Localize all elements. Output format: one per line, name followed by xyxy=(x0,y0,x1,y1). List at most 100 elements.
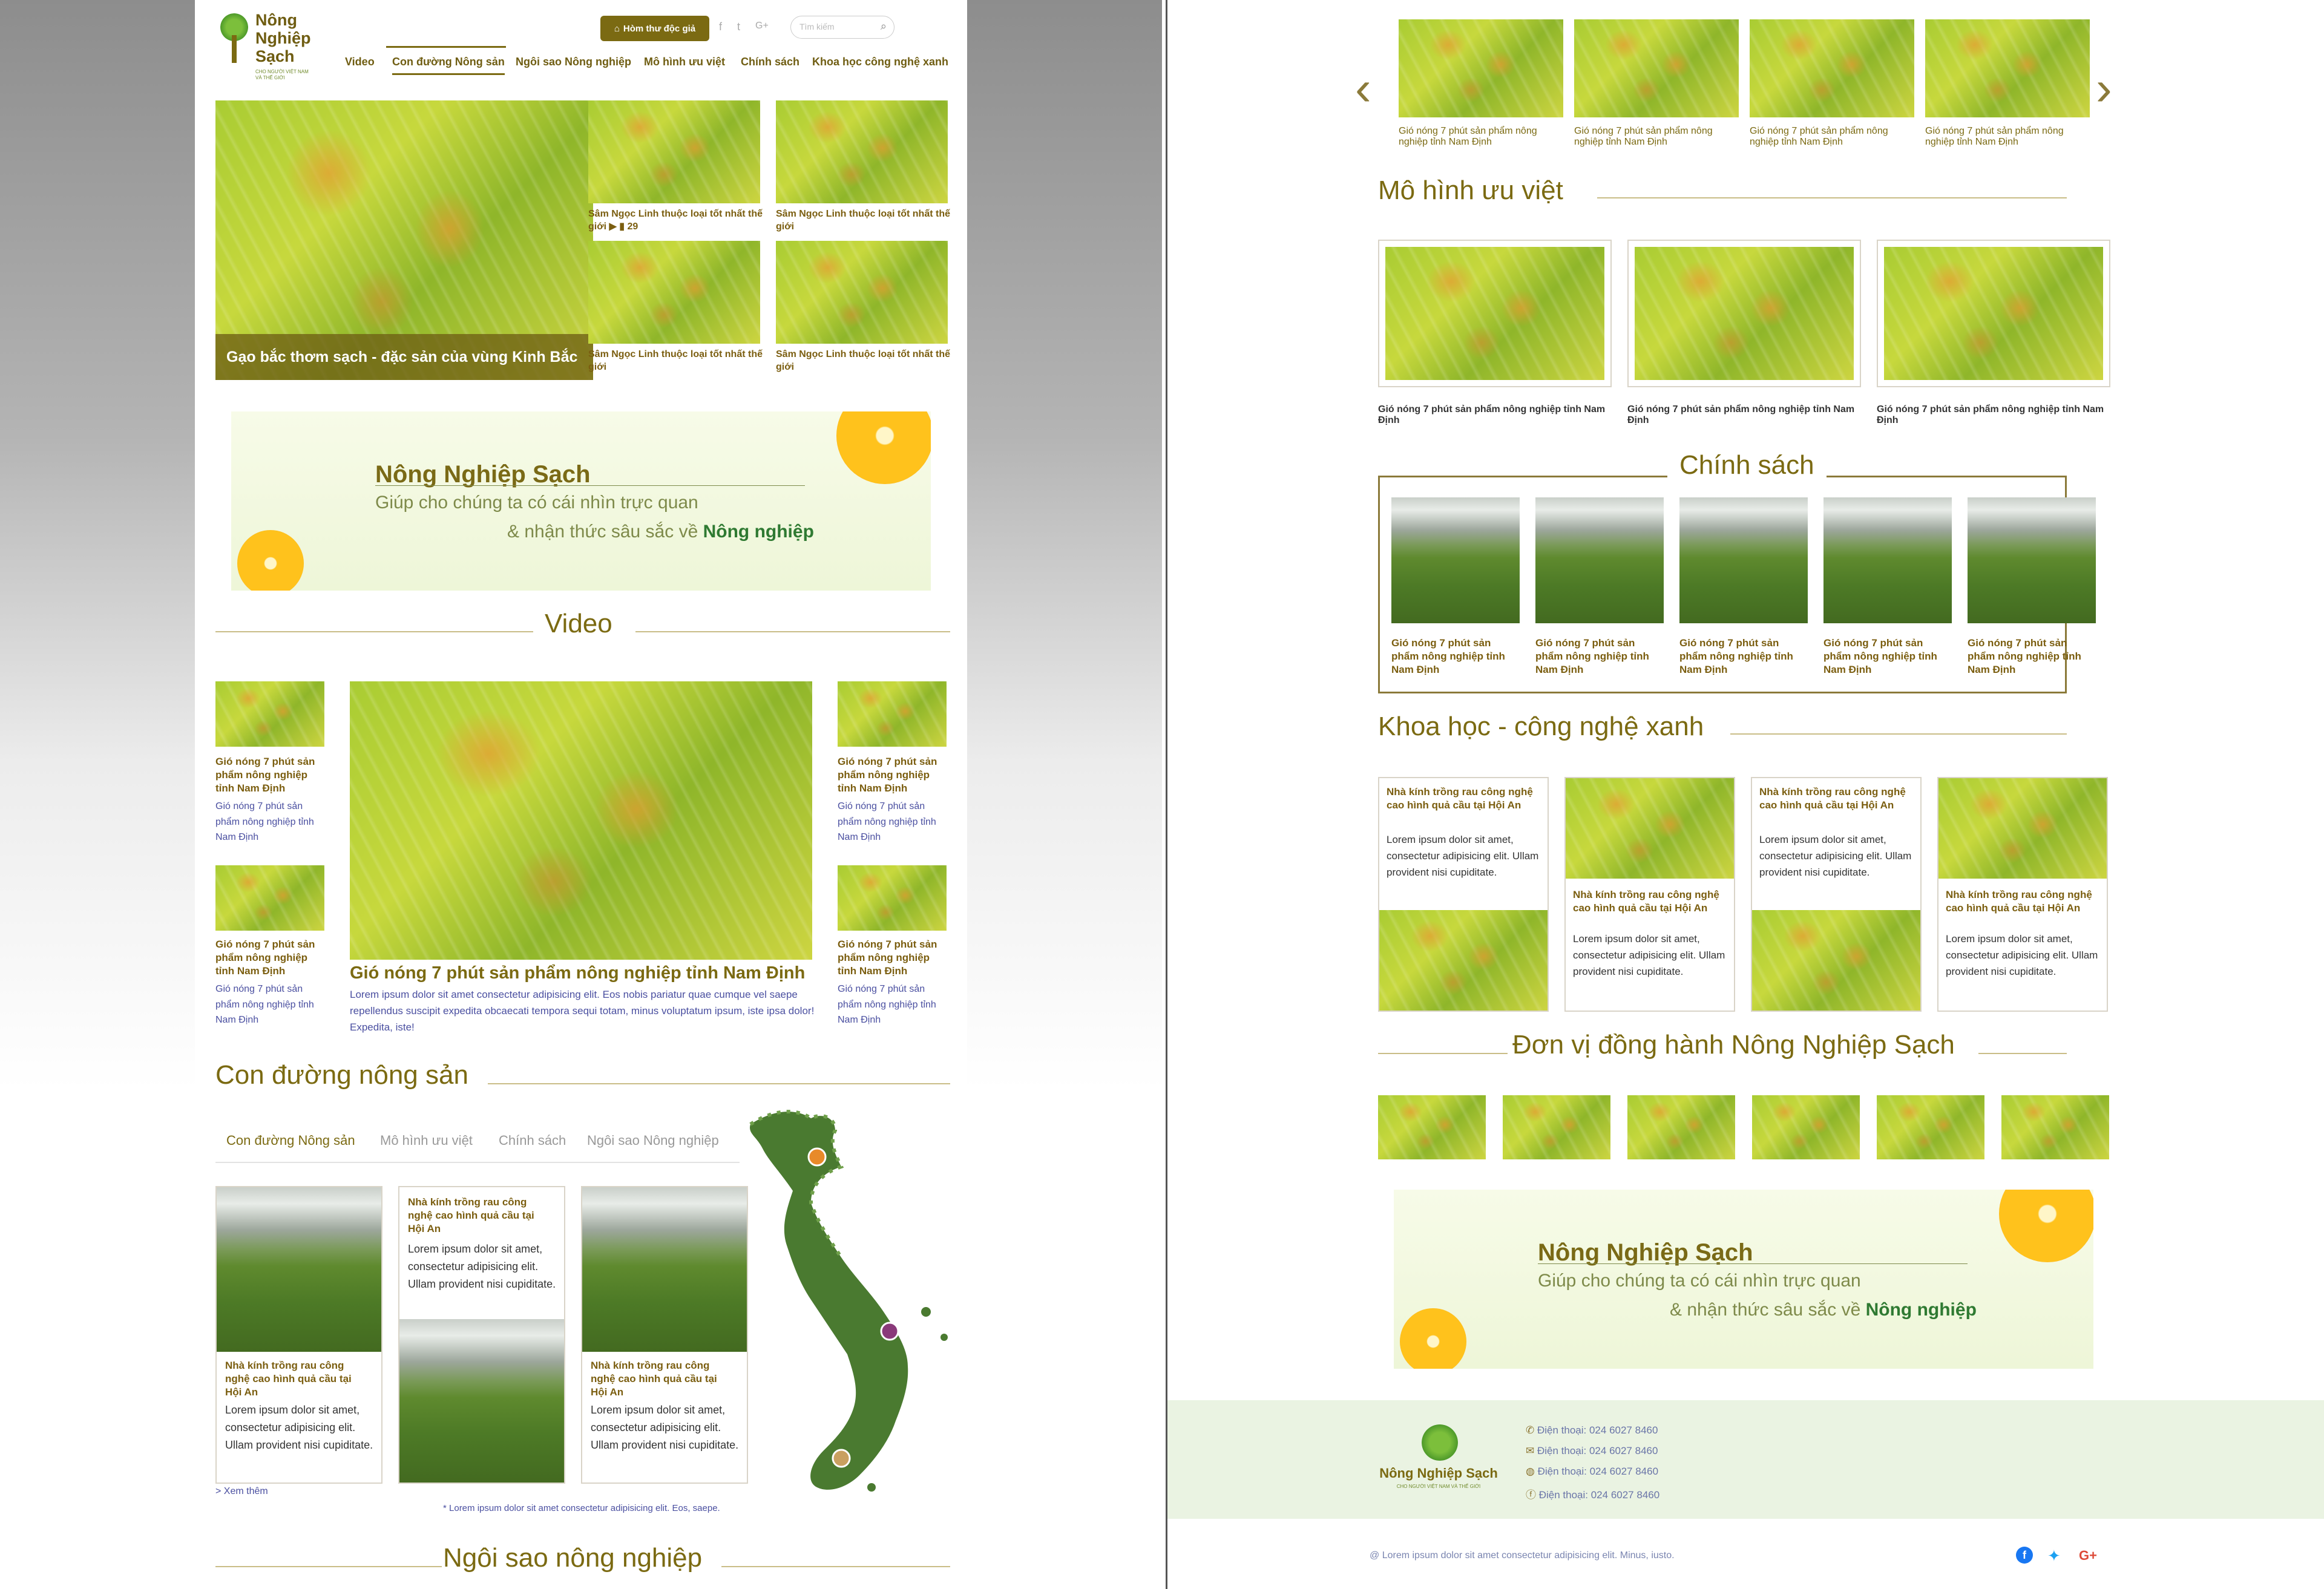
nav-video[interactable]: Video xyxy=(345,56,375,68)
carousel-caption-4[interactable]: Gió nóng 7 phút sản phẩm nông nghiệp tỉn… xyxy=(1925,126,2090,148)
policy-item-3-title[interactable]: Gió nóng 7 phút sản phẩm nông nghiệp tỉn… xyxy=(1679,637,1807,677)
hero-thumb-4[interactable] xyxy=(776,241,948,344)
hero-thumb-2[interactable] xyxy=(776,100,948,203)
model-card-2[interactable] xyxy=(1627,240,1861,387)
logo[interactable]: Nông Nghiệp Sạch CHO NGƯỜI VIỆT NAM VÀ THẾ… xyxy=(215,11,311,80)
nav-science[interactable]: Khoa học công nghệ xanh xyxy=(812,56,948,68)
carousel-caption-1[interactable]: Gió nóng 7 phút sản phẩm nông nghiệp tỉn… xyxy=(1399,126,1563,148)
partner-logo-2[interactable] xyxy=(1503,1095,1610,1159)
nav-stars[interactable]: Ngôi sao Nông nghiệp xyxy=(516,56,631,68)
footer-contact-4: ⓕ Điện thoại: 024 6027 8460 xyxy=(1526,1486,1659,1501)
twitter-icon[interactable]: t xyxy=(737,21,740,33)
video-side-4-title[interactable]: Gió nóng 7 phút sản phẩm nông nghiệp tỉn… xyxy=(838,938,947,978)
carousel-item-4[interactable] xyxy=(1925,19,2090,117)
science-card-3-title: Nhà kính trồng rau công nghệ cao hình qu… xyxy=(1759,786,1906,811)
policy-item-4-title[interactable]: Gió nóng 7 phút sản phẩm nông nghiệp tỉn… xyxy=(1823,637,1951,677)
policy-item-5-title[interactable]: Gió nóng 7 phút sản phẩm nông nghiệp tỉn… xyxy=(1968,637,2095,677)
video-side-1-title[interactable]: Gió nóng 7 phút sản phẩm nông nghiệp tỉn… xyxy=(215,755,324,795)
policy-item-5-image[interactable] xyxy=(1968,497,2096,623)
partner-logo-3[interactable] xyxy=(1627,1095,1735,1159)
carousel-prev[interactable]: ‹ xyxy=(1355,64,1371,113)
facebook-icon[interactable]: f xyxy=(719,21,722,33)
video-side-2-title[interactable]: Gió nóng 7 phút sản phẩm nông nghiệp tỉn… xyxy=(215,938,324,978)
footer-facebook-icon[interactable]: f xyxy=(2016,1547,2033,1564)
video-side-3-sub: Gió nóng 7 phút sản phẩm nông nghiệp tỉn… xyxy=(838,801,936,843)
footer-contact-3: ◍ Điện thoại: 024 6027 8460 xyxy=(1526,1466,1659,1477)
carousel-next[interactable]: › xyxy=(2096,64,2112,113)
policy-item-1-title[interactable]: Gió nóng 7 phút sản phẩm nông nghiệp tỉn… xyxy=(1391,637,1518,677)
nav-road[interactable]: Con đường Nông sản xyxy=(392,56,505,75)
science-card-4[interactable]: Nhà kính trồng rau công nghệ cao hình qu… xyxy=(1937,777,2108,1012)
video-side-3[interactable] xyxy=(838,681,947,747)
hero-thumb-3-title[interactable]: Sâm Ngọc Linh thuộc loại tốt nhất thế gi… xyxy=(588,349,764,374)
science-heading: Khoa học - công nghệ xanh xyxy=(1378,712,1704,741)
partner-logo-6[interactable] xyxy=(2001,1095,2109,1159)
science-card-2[interactable]: Nhà kính trồng rau công nghệ cao hình qu… xyxy=(1564,777,1735,1012)
model-card-3[interactable] xyxy=(1877,240,2110,387)
partner-logo-5[interactable] xyxy=(1877,1095,1984,1159)
model-caption-2[interactable]: Gió nóng 7 phút sản phẩm nông nghiệp tỉn… xyxy=(1627,404,1857,426)
promo-banner[interactable]: Nông Nghiệp Sạch Giúp cho chúng ta có cá… xyxy=(231,411,931,591)
hero-thumb-1[interactable] xyxy=(588,100,760,203)
road-tab-1[interactable]: Con đường Nông sản xyxy=(226,1133,355,1148)
science-card-3[interactable]: Nhà kính trồng rau công nghệ cao hình qu… xyxy=(1751,777,1922,1012)
video-side-3-title[interactable]: Gió nóng 7 phút sản phẩm nông nghiệp tỉn… xyxy=(838,755,947,795)
stars-rule-left xyxy=(215,1566,442,1567)
road-card-1-text: Lorem ipsum dolor sit amet, consectetur … xyxy=(225,1404,373,1451)
carousel-item-2[interactable] xyxy=(1574,19,1739,117)
left-page: Nông Nghiệp Sạch CHO NGƯỜI VIỆT NAM VÀ THẾ… xyxy=(195,0,967,1589)
partner-logo-1[interactable] xyxy=(1378,1095,1486,1159)
hero-thumb-2-title[interactable]: Sâm Ngọc Linh thuộc loại tốt nhất thế gi… xyxy=(776,208,951,234)
carousel-caption-3[interactable]: Gió nóng 7 phút sản phẩm nông nghiệp tỉn… xyxy=(1750,126,1914,148)
search-input[interactable]: Tìm kiếm ⌕ xyxy=(790,16,894,39)
policy-item-2-image[interactable] xyxy=(1535,497,1664,623)
video-side-2[interactable] xyxy=(215,865,324,931)
science-card-2-image xyxy=(1566,778,1734,879)
road-tab-3[interactable]: Chính sách xyxy=(499,1133,566,1148)
policy-item-2-title[interactable]: Gió nóng 7 phút sản phẩm nông nghiệp tỉn… xyxy=(1535,637,1663,677)
hero-thumb-4-title[interactable]: Sâm Ngọc Linh thuộc loại tốt nhất thế gi… xyxy=(776,349,951,374)
carousel-item-3[interactable] xyxy=(1750,19,1914,117)
road-card-3[interactable]: Nhà kính trồng rau công nghệ cao hình qu… xyxy=(581,1186,748,1484)
mailbox-button[interactable]: ⌂ Hòm thư độc giả xyxy=(600,16,709,41)
hero-main-image[interactable]: Gạo bắc thơm sạch - đặc sản của vùng Kin… xyxy=(215,100,593,380)
road-card-1[interactable]: Nhà kính trồng rau công nghệ cao hình qu… xyxy=(215,1186,382,1484)
model-card-2-image xyxy=(1635,247,1854,380)
model-caption-3[interactable]: Gió nóng 7 phút sản phẩm nông nghiệp tỉn… xyxy=(1877,404,2107,426)
hero-thumb-3[interactable] xyxy=(588,241,760,344)
policy-item-4-image[interactable] xyxy=(1823,497,1952,623)
video-main-image[interactable] xyxy=(350,681,812,960)
video-main-title[interactable]: Gió nóng 7 phút sản phẩm nông nghiệp tỉn… xyxy=(350,963,822,983)
science-card-4-title: Nhà kính trồng rau công nghệ cao hình qu… xyxy=(1946,889,2092,914)
promo-banner-2[interactable]: Nông Nghiệp Sạch Giúp cho chúng ta có cá… xyxy=(1394,1190,2093,1369)
carousel-caption-2[interactable]: Gió nóng 7 phút sản phẩm nông nghiệp tỉn… xyxy=(1574,126,1739,148)
hero-thumb-1-title[interactable]: Sâm Ngọc Linh thuộc loại tốt nhất thế gi… xyxy=(588,208,764,234)
model-caption-1[interactable]: Gió nóng 7 phút sản phẩm nông nghiệp tỉn… xyxy=(1378,404,1608,426)
video-side-1[interactable] xyxy=(215,681,324,747)
copyright: @ Lorem ipsum dolor sit amet consectetur… xyxy=(1370,1550,1675,1561)
footer-logo[interactable]: Nông Nghiệp Sạch CHO NGƯỜI VIỆT NAM VÀ T… xyxy=(1378,1424,1499,1491)
model-card-1[interactable] xyxy=(1378,240,1612,387)
orange-image xyxy=(836,411,931,484)
nav-policy[interactable]: Chính sách xyxy=(741,56,799,68)
nav-models[interactable]: Mô hình ưu việt xyxy=(644,56,725,68)
video-rule-left xyxy=(215,631,533,632)
partners-heading: Đơn vị đồng hành Nông Nghiệp Sạch xyxy=(1512,1030,1955,1060)
road-card-2[interactable]: Nhà kính trồng rau công nghệ cao hình qu… xyxy=(398,1186,565,1484)
road-tab-4[interactable]: Ngôi sao Nông nghiệp xyxy=(587,1133,719,1148)
vietnam-map[interactable] xyxy=(744,1100,960,1505)
see-more-link[interactable]: > Xem thêm xyxy=(215,1486,268,1497)
policy-item-1-image[interactable] xyxy=(1391,497,1520,623)
google-plus-icon[interactable]: G+ xyxy=(755,21,769,31)
science-card-1[interactable]: Nhà kính trồng rau công nghệ cao hình qu… xyxy=(1378,777,1549,1012)
science-rule xyxy=(1730,733,2067,735)
road-tab-2[interactable]: Mô hình ưu việt xyxy=(380,1133,473,1148)
models-rule xyxy=(1597,197,2067,198)
carousel-item-1[interactable] xyxy=(1399,19,1563,117)
footer-twitter-icon[interactable]: ✦ xyxy=(2047,1547,2061,1565)
policy-item-3-image[interactable] xyxy=(1679,497,1808,623)
banner-title: Nông Nghiệp Sạch xyxy=(375,461,591,488)
video-side-4[interactable] xyxy=(838,865,947,931)
footer-google-plus-icon[interactable]: G+ xyxy=(2079,1548,2097,1564)
partner-logo-4[interactable] xyxy=(1752,1095,1860,1159)
